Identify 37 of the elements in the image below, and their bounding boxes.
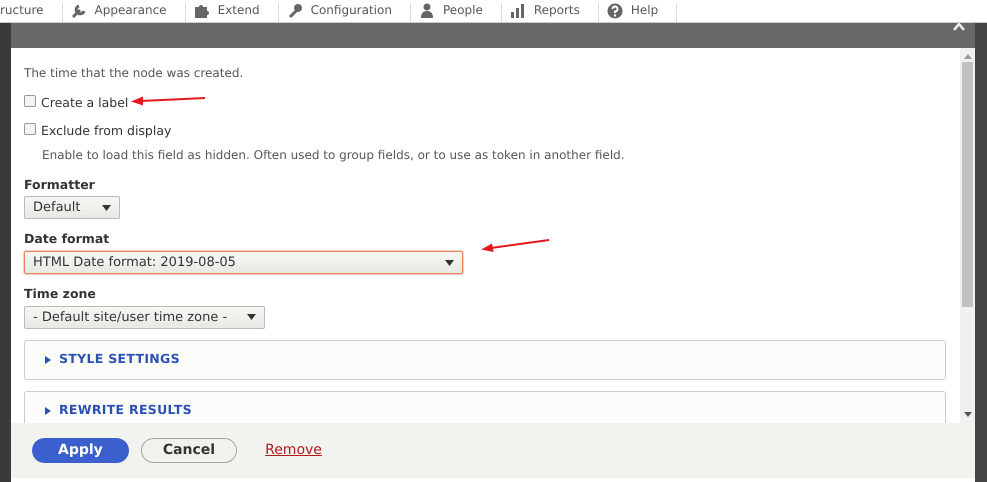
toolbar-link[interactable]: Configuration [310, 3, 392, 18]
toolbar-link[interactable]: Extend [218, 3, 260, 18]
checkbox-label[interactable]: Exclude from display [41, 122, 172, 140]
close-icon[interactable] [953, 23, 965, 31]
toolbar-link[interactable]: Appearance [94, 3, 167, 18]
field-description: Enable to load this field as hidden. Often used to group fields, or to use as token in another field. [42, 146, 625, 164]
bar-chart-icon [510, 3, 526, 19]
triangle-icon [45, 406, 51, 415]
person-icon [418, 3, 435, 19]
field-description: The time that the node was created. [24, 65, 244, 82]
scrollbar[interactable] [960, 48, 975, 423]
scroll-up-icon[interactable] [964, 54, 972, 59]
checkbox[interactable] [24, 122, 36, 135]
field-label: Time zone [24, 285, 96, 303]
toolbar-link[interactable]: ructure [0, 3, 44, 18]
field-label: Formatter [24, 176, 95, 194]
caret-icon [247, 314, 256, 320]
apply-button[interactable]: Apply [32, 438, 129, 463]
caret-icon [102, 204, 111, 211]
checkbox-label[interactable]: Create a label [41, 94, 128, 113]
field-label: Date format [24, 230, 110, 248]
puzzle-icon [194, 3, 210, 19]
arrow-annotation [481, 238, 551, 252]
cancel-button[interactable]: Cancel [140, 438, 238, 463]
select-field[interactable]: HTML Date format: 2019-08-05 [24, 251, 463, 274]
triangle-icon [45, 356, 51, 364]
checkbox[interactable] [24, 95, 36, 107]
select-field[interactable]: - Default site/user time zone - [24, 306, 265, 329]
remove-link[interactable]: Remove [265, 440, 322, 461]
caret-icon [445, 260, 454, 266]
scroll-down-icon[interactable] [964, 412, 972, 417]
collapsible-section[interactable]: STYLE SETTINGS [24, 340, 946, 380]
select-field[interactable]: Default [24, 196, 120, 220]
toolbar-link[interactable]: Reports [534, 3, 580, 18]
toolbar-link[interactable]: People [442, 3, 483, 18]
help-icon [606, 3, 623, 19]
toolbar-link[interactable]: Help [630, 3, 658, 18]
